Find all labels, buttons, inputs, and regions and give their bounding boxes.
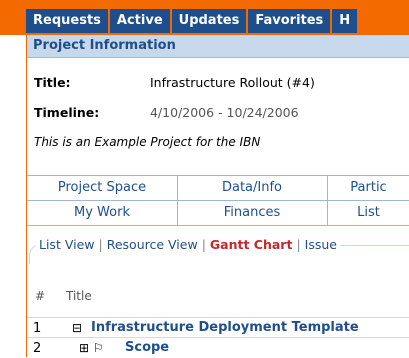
- nav-my-work[interactable]: My Work: [27, 201, 178, 225]
- table-header: # Title: [27, 285, 409, 307]
- tab-h[interactable]: H: [332, 9, 360, 33]
- top-tabs: Requests Active Updates Favorites H: [26, 9, 360, 33]
- top-navigation-bar: Requests Active Updates Favorites H: [0, 0, 409, 35]
- nav-participants[interactable]: Partic: [327, 176, 409, 200]
- view-links: List View | Resource View | Gantt Chart | Issu…: [36, 237, 340, 252]
- timeline-label: Timeline:: [34, 105, 100, 120]
- separator: |: [201, 237, 206, 252]
- expand-icon[interactable]: ⊞ ⚐: [79, 341, 104, 355]
- project-panel: Project Information Title: Infrastructur…: [26, 35, 409, 357]
- nav-project-space[interactable]: Project Space: [27, 176, 178, 200]
- row-number: 2: [33, 341, 42, 356]
- table-row[interactable]: 1 ⊟ Infrastructure Deployment Template: [27, 317, 409, 338]
- nav-row-2: My Work Finances List: [27, 200, 409, 226]
- column-number: #: [35, 289, 46, 303]
- project-description: This is an Example Project for the IBN: [34, 135, 261, 149]
- timeline-value: 4/10/2006 - 10/24/2006: [149, 105, 299, 120]
- column-title[interactable]: Title: [66, 289, 92, 303]
- task-name[interactable]: Infrastructure Deployment Template: [91, 320, 359, 335]
- resource-view-link[interactable]: Resource View: [107, 237, 198, 252]
- view-switcher: List View | Resource View | Gantt Chart | Issu…: [29, 237, 409, 264]
- nav-finances[interactable]: Finances: [177, 201, 328, 225]
- timeline-row: Timeline: 4/10/2006 - 10/24/2006: [34, 105, 299, 120]
- tab-updates[interactable]: Updates: [171, 9, 249, 33]
- list-view-link[interactable]: List View: [39, 237, 95, 252]
- project-title: Infrastructure Rollout (#4): [149, 75, 315, 90]
- title-row: Title: Infrastructure Rollout (#4): [34, 75, 315, 90]
- panel-title: Project Information: [27, 35, 409, 58]
- gantt-chart-link[interactable]: Gantt Chart: [210, 237, 293, 252]
- task-name[interactable]: Scope: [125, 340, 169, 355]
- separator: |: [296, 237, 301, 252]
- collapse-icon[interactable]: ⊟: [72, 321, 82, 335]
- separator: |: [98, 237, 103, 252]
- issues-link[interactable]: Issue: [305, 237, 337, 252]
- nav-data-info[interactable]: Data/Info: [177, 176, 328, 200]
- title-label: Title:: [34, 75, 71, 90]
- tab-favorites[interactable]: Favorites: [248, 9, 333, 33]
- row-number: 1: [33, 321, 42, 336]
- nav-row-1: Project Space Data/Info Partic: [27, 175, 409, 201]
- tab-requests[interactable]: Requests: [26, 9, 110, 33]
- table-row[interactable]: 2 ⊞ ⚐ Scope: [27, 337, 409, 358]
- nav-list[interactable]: List: [327, 201, 409, 225]
- tab-active[interactable]: Active: [109, 9, 172, 33]
